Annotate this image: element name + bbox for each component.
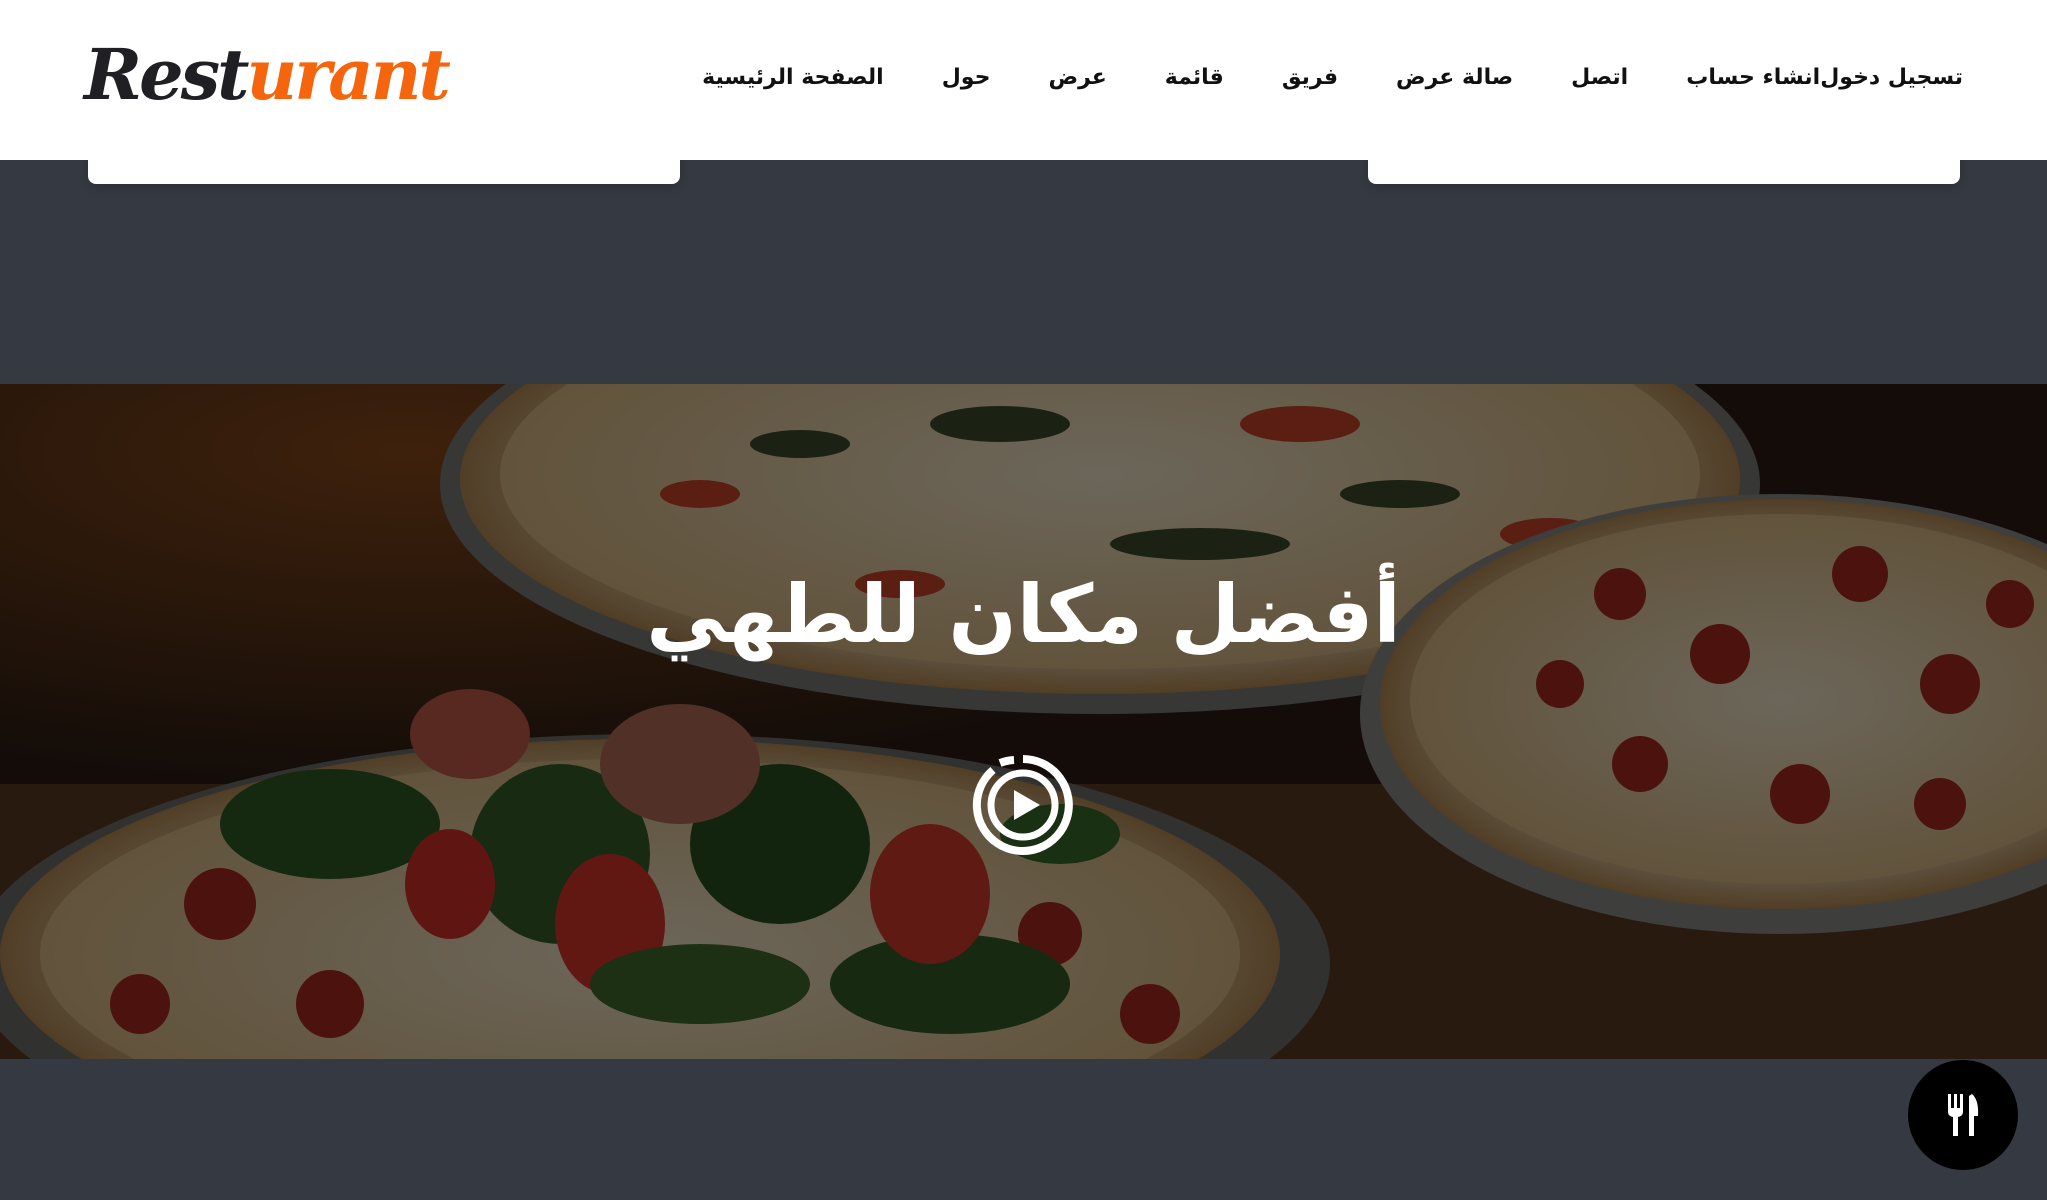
main-nav: تسجيل دخول انشاء حساب اتصل صالة عرض فريق… <box>644 56 1963 100</box>
hero-dark-overlay <box>0 384 2047 1059</box>
hero-section <box>0 384 2047 1059</box>
nav-menu[interactable]: قائمة <box>1165 56 1224 100</box>
nav-gallery[interactable]: صالة عرض <box>1396 56 1513 100</box>
site-header: Rest urant تسجيل دخول انشاء حساب اتصل صال… <box>0 0 2047 160</box>
nav-team[interactable]: فريق <box>1282 56 1338 100</box>
nav-contact[interactable]: اتصل <box>1571 56 1628 100</box>
nav-about[interactable]: حول <box>942 56 991 100</box>
logo-text-accent: urant <box>246 33 450 116</box>
hero-title: أفضل مكان للطهي <box>646 568 1401 661</box>
play-video-button[interactable] <box>972 754 1074 856</box>
nav-signup[interactable]: انشاء حساب <box>1686 56 1820 100</box>
nav-home[interactable]: الصفحة الرئيسية <box>702 56 884 100</box>
logo-text-dark: Rest <box>84 33 249 116</box>
play-circle-icon <box>972 755 1073 855</box>
nav-offer[interactable]: عرض <box>1048 56 1106 100</box>
fork-knife-icon <box>1948 1094 1979 1136</box>
floating-menu-button[interactable] <box>1908 1060 2018 1170</box>
nav-login[interactable]: تسجيل دخول <box>1820 56 1963 100</box>
site-logo[interactable]: Rest urant <box>84 30 451 120</box>
